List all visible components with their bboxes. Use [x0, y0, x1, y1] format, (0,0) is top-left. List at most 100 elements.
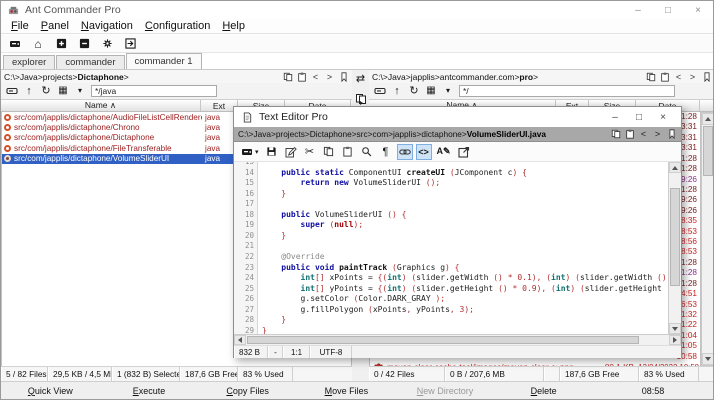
- menu-item-configuration[interactable]: Configuration: [139, 20, 216, 32]
- open-external-button[interactable]: [456, 144, 472, 160]
- bookmark-icon[interactable]: [701, 71, 712, 82]
- settings-icon[interactable]: [100, 37, 114, 51]
- copy-path-icon[interactable]: [645, 71, 656, 82]
- paste-button[interactable]: [340, 144, 356, 160]
- line-number: 20: [244, 230, 254, 240]
- code-line: @Override: [281, 251, 325, 261]
- menu-item-file[interactable]: File: [5, 20, 35, 32]
- right-arrow-icon: [673, 337, 677, 343]
- refresh-icon[interactable]: ↻: [40, 85, 52, 97]
- function-button-new-directory: New Directory: [416, 385, 474, 396]
- function-button-move-files[interactable]: Move Files: [297, 386, 396, 396]
- forward-icon[interactable]: >: [652, 129, 663, 140]
- copy-to-panel-icon[interactable]: [354, 92, 368, 106]
- status-segment: 0 B / 207,6 MB: [445, 367, 544, 381]
- grid-view-icon[interactable]: ▦: [57, 85, 69, 97]
- main-toolbar: ⌂: [1, 35, 713, 53]
- file-list-scrollbar[interactable]: [701, 112, 713, 366]
- function-button-execute[interactable]: Execute: [100, 386, 199, 396]
- path-actions: < >: [282, 71, 349, 82]
- drive-icon[interactable]: [374, 85, 386, 97]
- bookmark-icon[interactable]: [338, 71, 349, 82]
- file-name-cell: src/com/japplis/dictaphone/Dictaphone: [2, 133, 202, 142]
- copy-path-icon[interactable]: [610, 129, 621, 140]
- editor-hscroll-thumb[interactable]: [247, 336, 639, 344]
- back-icon[interactable]: <: [638, 129, 649, 140]
- menu-item-navigation[interactable]: Navigation: [75, 20, 139, 32]
- up-icon[interactable]: ↑: [23, 85, 35, 97]
- line-number: 14: [244, 167, 254, 177]
- scroll-down-arrow[interactable]: [702, 353, 713, 365]
- column-header-name[interactable]: Name ∧: [1, 100, 201, 111]
- left-status-bar: 5 / 82 Files 29,5 KB / 4,5 MB 1 (832 B) Se…: [1, 366, 352, 381]
- function-button-quick-view[interactable]: Quick View: [1, 386, 100, 396]
- minimize-button[interactable]: –: [623, 5, 653, 16]
- editor-horizontal-scrollbar[interactable]: [234, 334, 681, 346]
- dropdown-caret-icon[interactable]: ▾: [255, 148, 259, 156]
- dialog-close-button[interactable]: ×: [651, 112, 675, 123]
- menu-item-help[interactable]: Help: [216, 20, 251, 32]
- editor-scroll-right[interactable]: [669, 335, 681, 345]
- remove-panel-icon[interactable]: [77, 37, 91, 51]
- editor-body: 1314151617181920212223242526272829 publi…: [234, 162, 681, 334]
- up-icon[interactable]: ↑: [391, 85, 403, 97]
- code-editor[interactable]: public static ComponentUI createUI (JCom…: [259, 162, 668, 334]
- paste-path-icon[interactable]: [659, 71, 670, 82]
- grid-view-icon[interactable]: ▦: [425, 85, 437, 97]
- filter-input[interactable]: [91, 85, 217, 97]
- file-name: src/com/japplis/dictaphone/Dictaphone: [14, 133, 155, 143]
- swap-panels-icon[interactable]: ⇄: [354, 72, 368, 86]
- copy-path-icon[interactable]: [282, 71, 293, 82]
- open-file-button[interactable]: ▾: [239, 144, 261, 160]
- down-arrow-icon: [672, 326, 678, 331]
- save-button[interactable]: [264, 144, 280, 160]
- editor-vertical-scrollbar[interactable]: [668, 162, 681, 334]
- bookmark-icon[interactable]: [666, 129, 677, 140]
- home-icon[interactable]: ⌂: [31, 37, 45, 51]
- scroll-thumb[interactable]: [703, 126, 713, 176]
- code-button[interactable]: <>: [415, 143, 432, 160]
- font-button[interactable]: A✎: [435, 144, 453, 160]
- tab-commander[interactable]: commander: [56, 55, 125, 69]
- function-button-copy-files[interactable]: Copy Files: [198, 386, 297, 396]
- line-number: 25: [244, 283, 254, 293]
- menu-item-panel[interactable]: Panel: [35, 20, 75, 32]
- filter-input[interactable]: [459, 85, 675, 97]
- drives-icon[interactable]: [8, 37, 22, 51]
- edit-button[interactable]: [283, 144, 299, 160]
- maximize-button[interactable]: □: [653, 5, 683, 16]
- function-button-delete[interactable]: Delete: [494, 386, 593, 396]
- editor-scroll-up[interactable]: [669, 162, 681, 173]
- breadcrumb: C:\>Java>projects>Dictaphone> < >: [1, 70, 352, 83]
- paste-path-icon[interactable]: [296, 71, 307, 82]
- caret-down[interactable]: ▾: [442, 85, 454, 97]
- back-icon[interactable]: <: [673, 71, 684, 82]
- path-text[interactable]: C:\>Java>projects>Dictaphone>: [4, 72, 129, 82]
- add-panel-icon[interactable]: [54, 37, 68, 51]
- refresh-icon[interactable]: ↻: [408, 85, 420, 97]
- scroll-up-arrow[interactable]: [702, 113, 713, 125]
- code-line: public VolumeSliderUI () {: [281, 209, 407, 219]
- tab-commander-1[interactable]: commander 1: [125, 53, 202, 69]
- path-text[interactable]: C:\>Java>japplis>antcommander.com>pro>: [372, 72, 538, 82]
- close-button[interactable]: ×: [683, 5, 713, 16]
- go-icon[interactable]: [123, 37, 137, 51]
- caret-down[interactable]: ▾: [74, 85, 86, 97]
- drive-icon[interactable]: [6, 85, 18, 97]
- cut-button[interactable]: ✂: [302, 144, 318, 160]
- dialog-minimize-button[interactable]: –: [603, 112, 627, 123]
- dialog-maximize-button[interactable]: □: [627, 112, 651, 123]
- status-segment: 5 / 82 Files: [1, 367, 48, 381]
- paragraph-button[interactable]: ¶: [378, 144, 394, 160]
- paste-path-icon[interactable]: [624, 129, 635, 140]
- forward-icon[interactable]: >: [687, 71, 698, 82]
- copy-button[interactable]: [321, 144, 337, 160]
- back-icon[interactable]: <: [310, 71, 321, 82]
- editor-scroll-thumb[interactable]: [670, 188, 680, 286]
- editor-scroll-down[interactable]: [669, 323, 681, 334]
- tab-explorer[interactable]: explorer: [3, 55, 56, 69]
- editor-scroll-left[interactable]: [234, 335, 246, 345]
- link-button[interactable]: [396, 143, 413, 160]
- search-button[interactable]: [359, 144, 375, 160]
- forward-icon[interactable]: >: [324, 71, 335, 82]
